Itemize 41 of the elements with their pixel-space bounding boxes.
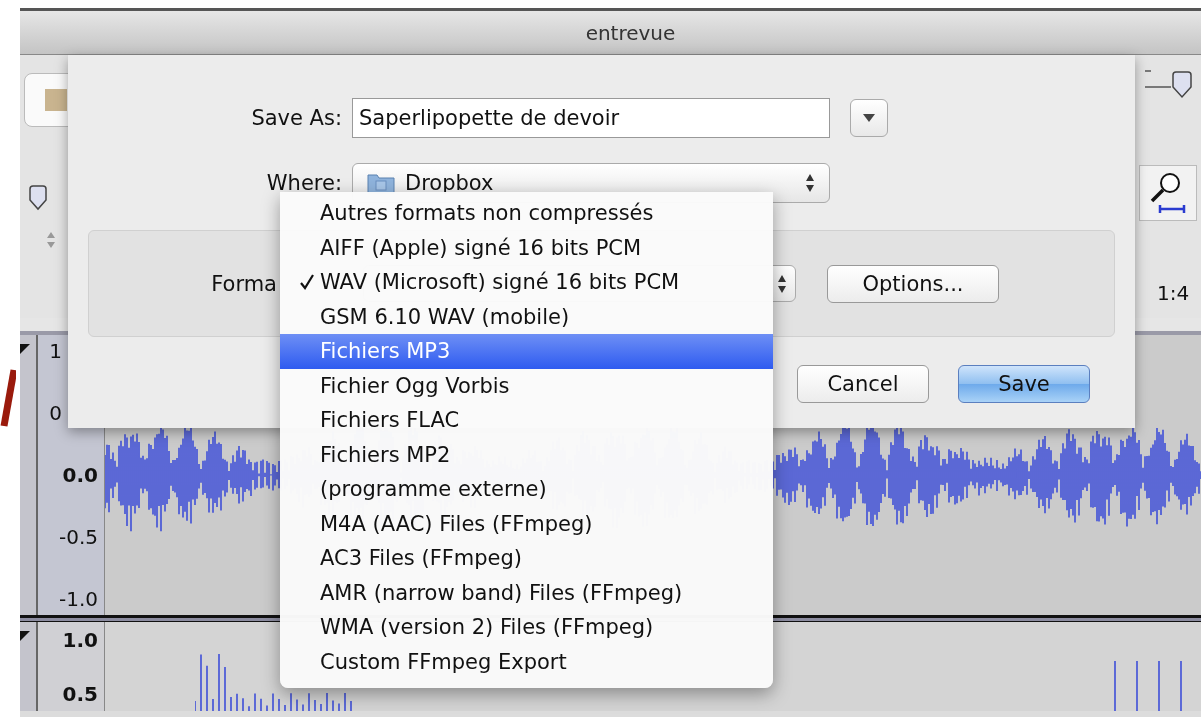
caret-icon [863,114,875,122]
slider-icon[interactable] [1143,67,1193,101]
menu-item[interactable]: Fichiers FLAC [280,403,773,438]
menu-item[interactable]: GSM 6.10 WAV (mobile) [280,299,773,334]
stepper-arrows-icon [805,173,815,193]
options-button[interactable]: Options... [827,264,999,303]
dropdown-triangle-icon[interactable] [20,631,30,641]
expand-button[interactable] [850,99,888,137]
zoom-button[interactable] [1139,165,1197,221]
folder-icon [367,172,395,194]
menu-item[interactable]: Fichier Ogg Vorbis [280,368,773,403]
timeline-ruler-label: 1:4 [1157,281,1190,305]
dropdown-triangle-icon[interactable] [20,344,30,354]
menu-item[interactable]: AC3 Files (FFmpeg) [280,541,773,576]
annotation-mark [0,368,16,428]
axis-label: 1.0 [62,628,98,652]
menu-item[interactable]: Custom FFmpeg Export [280,644,773,679]
axis-label: 1 [49,339,62,363]
axis-label: 0.0 [62,463,98,487]
menu-item[interactable]: WMA (version 2) Files (FFmpeg) [280,610,773,645]
menu-item[interactable]: AIFF (Apple) signé 16 bits PCM [280,230,773,265]
axis-label: 0 [49,401,62,425]
menu-item[interactable]: WAV (Microsoft) signé 16 bits PCM [280,265,773,300]
window-title: entrevue [585,20,676,45]
axis-label: 0.5 [62,682,98,706]
menu-item[interactable]: AMR (narrow band) Files (FFmpeg) [280,575,773,610]
menu-item[interactable]: M4A (AAC) Files (FFmpeg) [280,506,773,541]
save-button[interactable]: Save [958,365,1090,403]
slider-thumb-icon[interactable] [28,185,48,211]
save-as-field[interactable]: Saperlipopette de devoir [352,98,830,138]
zoom-icon [1148,171,1188,215]
cancel-button[interactable]: Cancel [797,365,929,403]
where-label: Where: [265,171,343,195]
stepper-arrows-icon [777,273,787,294]
axis-label: -0.5 [58,525,98,549]
format-label: Forma [210,271,278,296]
save-as-label: Save As: [250,106,343,130]
axis-label: -1.0 [58,587,98,611]
menu-item[interactable]: Fichiers MP2 [280,437,773,472]
menu-item[interactable]: Fichiers MP3 [280,334,773,369]
menu-item[interactable]: (programme externe) [280,472,773,507]
